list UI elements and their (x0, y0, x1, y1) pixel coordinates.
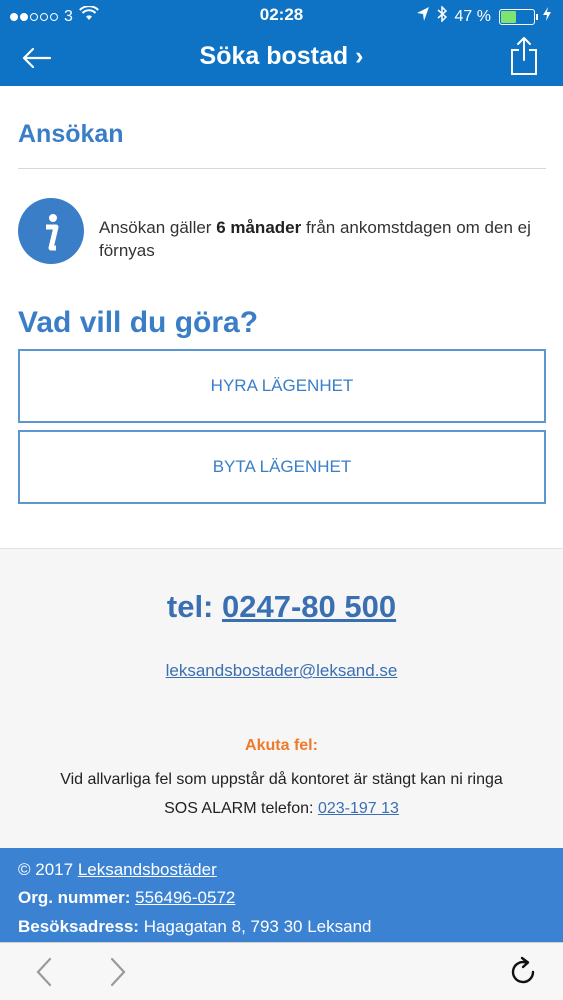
rent-apartment-button[interactable]: HYRA LÄGENHET (18, 349, 546, 423)
footer: © 2017 Leksandsbostäder Org. nummer: 556… (0, 848, 563, 942)
urgent-title: Akuta fel: (245, 737, 318, 754)
address-text: Hagagatan 8, 793 30 Leksand (143, 917, 372, 936)
urgent-text: Vid allvarliga fel som uppstår då kontor… (0, 765, 563, 823)
sos-phone-link[interactable]: 023-197 13 (318, 800, 399, 817)
urgent-text-line2: SOS ALARM telefon: 023-197 13 (0, 794, 563, 823)
page-title[interactable]: Söka bostad › (0, 42, 563, 71)
nav-bar: Söka bostad › (0, 30, 563, 86)
org-label: Org. nummer: (18, 888, 131, 907)
section-title: Ansökan (18, 120, 124, 148)
chevron-left-icon[interactable] (28, 955, 62, 989)
org-number-link[interactable]: 556496-0572 (135, 888, 235, 907)
tel-label: tel: (166, 589, 214, 624)
footer-address: Besöksadress: Hagagatan 8, 793 30 Leksan… (18, 917, 372, 937)
bluetooth-icon (437, 5, 447, 27)
status-right: 47 % (416, 5, 551, 27)
contact-section: tel: 0247-80 500 leksandsbostader@leksan… (0, 548, 563, 848)
battery-percent: 47 % (454, 7, 491, 25)
urgent-text-line1: Vid allvarliga fel som uppstår då kontor… (60, 771, 503, 788)
footer-copyright: © 2017 Leksandsbostäder (18, 860, 217, 880)
reload-icon[interactable] (506, 955, 540, 989)
phone-line: tel: 0247-80 500 (0, 589, 563, 625)
status-bar: 3 02:28 47 % (0, 0, 563, 30)
info-text-bold: 6 månader (216, 218, 302, 237)
charging-icon (543, 7, 551, 26)
info-text: Ansökan gäller 6 månader från ankomstdag… (99, 216, 549, 262)
email-line: leksandsbostader@leksand.se (0, 661, 563, 681)
location-icon (416, 7, 429, 26)
divider (18, 168, 546, 169)
info-icon (18, 198, 84, 264)
sos-label: SOS ALARM telefon: (164, 800, 314, 817)
browser-toolbar (0, 942, 563, 1000)
share-icon[interactable] (509, 36, 539, 76)
email-link[interactable]: leksandsbostader@leksand.se (166, 661, 398, 680)
swap-apartment-button[interactable]: BYTA LÄGENHET (18, 430, 546, 504)
address-label: Besöksadress: (18, 917, 139, 936)
phone-link[interactable]: 0247-80 500 (222, 589, 396, 624)
company-link[interactable]: Leksandsbostäder (78, 860, 217, 879)
battery-icon (499, 8, 538, 25)
copyright-text: © 2017 (18, 860, 74, 879)
question-heading: Vad vill du göra? (18, 306, 259, 339)
chevron-right-icon[interactable] (100, 955, 134, 989)
footer-org: Org. nummer: 556496-0572 (18, 888, 235, 908)
info-text-pre: Ansökan gäller (99, 218, 217, 237)
